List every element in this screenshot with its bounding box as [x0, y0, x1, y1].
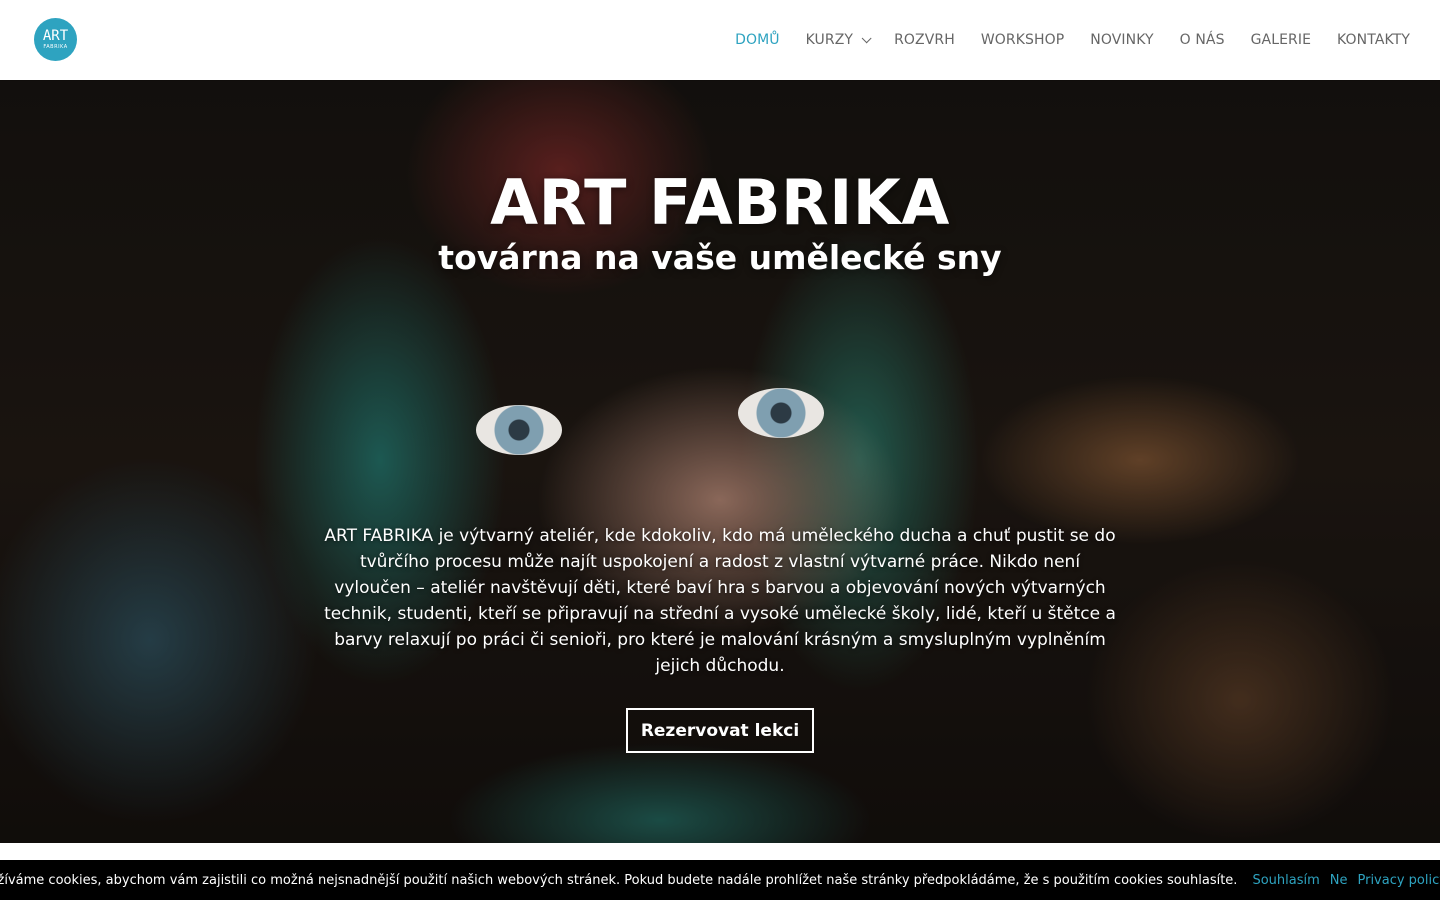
hero-section: ART FABRIKA továrna na vaše umělecké sny… — [0, 80, 1440, 843]
nav-item-rozvrh[interactable]: ROZVRH — [894, 32, 955, 48]
nav-item-label: KURZY — [805, 32, 854, 48]
cookie-bar: Užíváme cookies, abychom vám zajistili c… — [0, 860, 1440, 900]
nav-item-label: KONTAKTY — [1337, 32, 1410, 48]
nav-item-label: O NÁS — [1179, 32, 1225, 48]
nav-item-label: DOMŮ — [735, 32, 780, 48]
nav-item-workshop[interactable]: WORKSHOP — [981, 32, 1064, 48]
main-nav: DOMŮ KURZY ROZVRH WORKSHOP NOVINKY O NÁS… — [709, 0, 1410, 80]
nav-item-label: GALERIE — [1250, 32, 1312, 48]
hero-content: ART FABRIKA továrna na vaše umělecké sny… — [0, 80, 1440, 843]
hero-description: ART FABRIKA je výtvarný ateliér, kde kdo… — [324, 526, 1116, 676]
site-logo[interactable]: ART FABRIKA — [34, 18, 77, 61]
cookie-decline-link[interactable]: Ne — [1330, 873, 1348, 888]
privacy-policy-link[interactable]: Privacy policy — [1357, 873, 1440, 888]
nav-item-kontakty[interactable]: KONTAKTY — [1337, 32, 1410, 48]
logo-text-main: ART — [42, 28, 69, 44]
cookie-accept-link[interactable]: Souhlasím — [1252, 873, 1319, 888]
nav-item-kurzy[interactable]: KURZY — [805, 32, 872, 48]
nav-item-galerie[interactable]: GALERIE — [1251, 32, 1311, 48]
nav-item-novinky[interactable]: NOVINKY — [1090, 32, 1153, 48]
logo-text-sub: FABRIKA — [43, 44, 68, 50]
nav-item-domu[interactable]: DOMŮ — [735, 32, 780, 48]
hero-title: ART FABRIKA — [490, 166, 950, 239]
nav-item-label: WORKSHOP — [980, 32, 1065, 48]
reserve-lesson-button[interactable]: Rezervovat lekci — [626, 708, 814, 753]
site-header: ART FABRIKA DOMŮ KURZY ROZVRH WORKSHOP N… — [0, 0, 1440, 80]
chevron-down-icon — [861, 32, 872, 43]
hero-subtitle: továrna na vaše umělecké sny — [438, 238, 1002, 277]
nav-item-o-nas[interactable]: O NÁS — [1180, 32, 1225, 48]
section-divider — [0, 843, 1440, 860]
nav-item-label: ROZVRH — [894, 32, 955, 48]
nav-item-label: NOVINKY — [1090, 32, 1154, 48]
cookie-message: Užíváme cookies, abychom vám zajistili c… — [0, 872, 1238, 888]
